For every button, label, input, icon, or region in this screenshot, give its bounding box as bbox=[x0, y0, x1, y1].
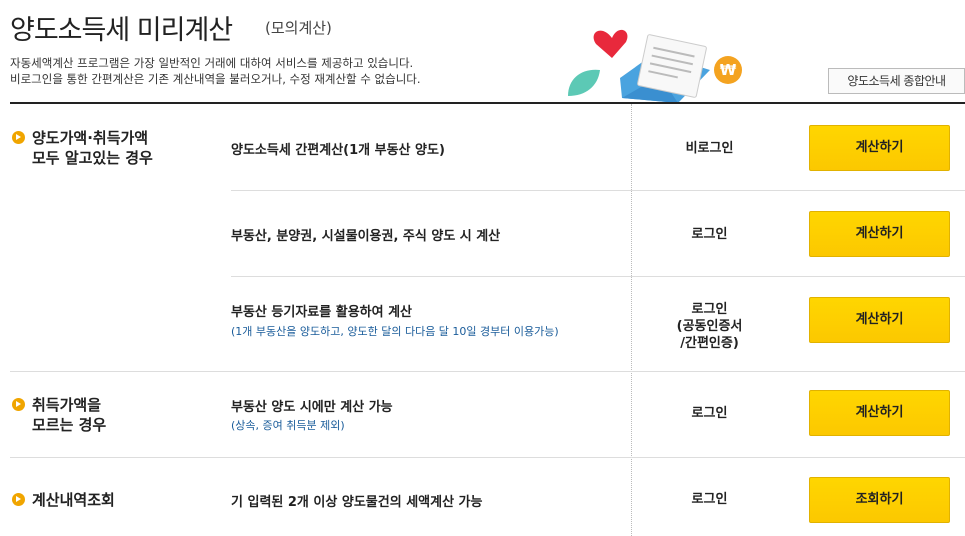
calculate-button[interactable]: 계산하기 bbox=[809, 297, 950, 343]
login-requirement: 로그인 bbox=[691, 492, 728, 507]
section-label: 취득가액을 모르는 경우 bbox=[12, 395, 107, 435]
section-label-line-2: 모두 알고있는 경우 bbox=[32, 149, 153, 167]
svg-text:₩: ₩ bbox=[720, 61, 737, 79]
login-line-3: /간편인증) bbox=[680, 336, 739, 351]
leaf-icon bbox=[568, 69, 600, 96]
won-coin-icon: ₩ bbox=[714, 56, 742, 84]
heart-icon bbox=[593, 29, 628, 58]
page-header: 양도소득세 미리계산 (모의계산) 자동세액계산 프로그램은 가장 일반적인 거… bbox=[0, 0, 965, 104]
login-requirement: 로그인 bbox=[691, 227, 728, 242]
page-subtitle: (모의계산) bbox=[265, 19, 332, 37]
page-description: 자동세액계산 프로그램은 가장 일반적인 거래에 대하여 서비스를 제공하고 있… bbox=[10, 55, 421, 87]
capital-gains-tax-guide-button[interactable]: 양도소득세 종합안내 bbox=[828, 68, 965, 94]
calculate-button[interactable]: 계산하기 bbox=[809, 125, 950, 171]
row-divider bbox=[231, 276, 965, 277]
login-requirement: 비로그인 bbox=[685, 141, 734, 156]
section-label: 양도가액·취득가액 모두 알고있는 경우 bbox=[12, 128, 153, 168]
lookup-button[interactable]: 조회하기 bbox=[809, 477, 950, 523]
section-history-lookup: 계산내역조회 기 입력된 2개 이상 양도물건의 세액계산 가능 로그인 조회하… bbox=[0, 458, 965, 536]
row-divider bbox=[231, 190, 965, 191]
calculate-button[interactable]: 계산하기 bbox=[809, 390, 950, 436]
header-illustration: ₩ bbox=[568, 29, 742, 103]
item-note: (상속, 증여 취득분 제외) bbox=[231, 419, 345, 432]
item-title: 부동산 양도 시에만 계산 가능 bbox=[231, 400, 393, 415]
bullet-icon bbox=[12, 398, 25, 411]
page-title: 양도소득세 미리계산 bbox=[10, 15, 233, 46]
login-line-1: 로그인 bbox=[691, 302, 728, 317]
login-line-2: (공동인증서 bbox=[676, 319, 743, 334]
section-known-prices: 양도가액·취득가액 모두 알고있는 경우 양도소득세 간편계산(1개 부동산 양… bbox=[0, 104, 965, 371]
section-label-line-1: 취득가액을 bbox=[32, 396, 102, 414]
item-title: 기 입력된 2개 이상 양도물건의 세액계산 가능 bbox=[231, 495, 483, 510]
login-requirement: 로그인 bbox=[691, 406, 728, 421]
section-label-line-1: 계산내역조회 bbox=[32, 491, 115, 509]
item-note: (1개 부동산을 양도하고, 양도한 달의 다다음 달 10일 경부터 이용가능… bbox=[231, 325, 559, 338]
section-label-line-2: 모르는 경우 bbox=[32, 416, 107, 434]
item-title: 부동산 등기자료를 활용하여 계산 bbox=[231, 305, 413, 320]
section-label-line-1: 양도가액·취득가액 bbox=[32, 129, 149, 147]
section-label: 계산내역조회 bbox=[12, 490, 115, 510]
description-line-2: 비로그인을 통한 간편계산은 기존 계산내역을 불러오거나, 수정 재계산할 수… bbox=[10, 72, 421, 86]
item-title: 부동산, 분양권, 시설물이용권, 주식 양도 시 계산 bbox=[231, 229, 501, 244]
calculate-button[interactable]: 계산하기 bbox=[809, 211, 950, 257]
bullet-icon bbox=[12, 131, 25, 144]
section-unknown-acquisition: 취득가액을 모르는 경우 부동산 양도 시에만 계산 가능 (상속, 증여 취득… bbox=[0, 372, 965, 457]
item-title: 양도소득세 간편계산(1개 부동산 양도) bbox=[231, 143, 445, 158]
description-line-1: 자동세액계산 프로그램은 가장 일반적인 거래에 대하여 서비스를 제공하고 있… bbox=[10, 56, 414, 70]
login-requirement: 로그인 (공동인증서 /간편인증) bbox=[632, 301, 787, 352]
bullet-icon bbox=[12, 493, 25, 506]
